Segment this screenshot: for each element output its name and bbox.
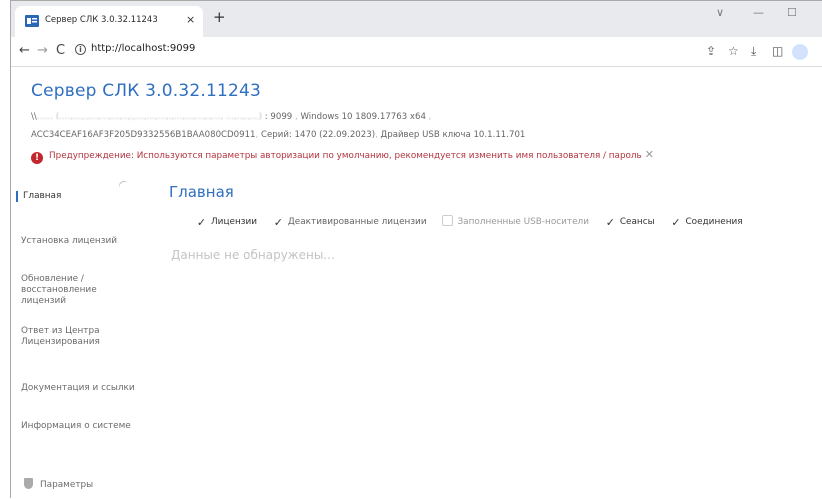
warning-close-icon[interactable]: ✕: [645, 148, 654, 161]
browser-tab[interactable]: Сервер СЛК 3.0.32.11243 ×: [15, 6, 203, 37]
os-version: Windows 10 1809.17763 x64: [300, 112, 426, 122]
tab-close-icon[interactable]: ×: [186, 13, 195, 26]
reload-icon[interactable]: C: [56, 43, 65, 59]
bookmark-star-icon[interactable]: ☆: [728, 43, 739, 59]
checkbox-checked-icon[interactable]: ✓: [273, 217, 284, 229]
checkbox-unchecked-icon[interactable]: [442, 215, 454, 226]
host-address-blurred: ...... (....,...,.,...,...,...,..,.,...,…: [36, 112, 263, 122]
new-tab-button[interactable]: +: [213, 10, 226, 25]
key-id: ACC34CEAF16AF3F205D9332556B1BAA080CD0911: [31, 130, 256, 140]
filter-bar: ✓ Лицензии ✓ Деактивированные лицензии Зап…: [196, 215, 756, 229]
serial-info: Серий: 1470 (22.09.2023): [261, 130, 376, 140]
site-info-icon[interactable]: i: [75, 44, 86, 55]
download-icon[interactable]: ⤓: [751, 43, 756, 59]
app-title: Сервер СЛК 3.0.32.11243: [31, 81, 262, 101]
filter-licenses[interactable]: ✓ Лицензии: [196, 217, 257, 229]
filter-label: Заполненные USB-носители: [457, 217, 589, 227]
share-icon[interactable]: ⇪: [706, 43, 716, 59]
forward-arrow-icon[interactable]: →: [37, 43, 48, 59]
back-arrow-icon[interactable]: ←: [19, 43, 30, 59]
shield-icon: [24, 478, 33, 489]
sidebar-item-install-licenses[interactable]: Установка лицензий: [21, 236, 136, 247]
sidebar-item-system-info[interactable]: Информация о системе: [21, 421, 136, 432]
filter-label: Деактивированные лицензии: [287, 217, 427, 227]
filter-label: Соединения: [685, 217, 743, 227]
filter-sessions[interactable]: ✓ Сеансы: [605, 217, 655, 229]
sidebar-item-home[interactable]: Главная: [16, 191, 131, 202]
server-port: : 9099: [264, 112, 293, 122]
tab-search-chevron-icon[interactable]: ∨: [716, 6, 724, 19]
tab-title: Сервер СЛК 3.0.32.11243: [45, 15, 158, 25]
server-info-line-1: \\...... (....,...,.,...,...,...,..,.,..…: [31, 112, 432, 122]
tab-bar: Сервер СЛК 3.0.32.11243 × + ∨ — ☐: [11, 1, 822, 37]
sidebar-item-documentation[interactable]: Документация и ссылки: [21, 383, 136, 394]
warning-icon: !: [31, 152, 43, 164]
usb-driver-version: Драйвер USB ключа 10.1.11.701: [380, 130, 526, 140]
filter-label: Сеансы: [619, 217, 655, 227]
warning-text: Предупреждение: Используются параметры а…: [49, 151, 642, 161]
sidebar-item-licensing-center-response[interactable]: Ответ из Центра Лицензирования: [21, 326, 136, 348]
minimize-button[interactable]: —: [753, 6, 764, 19]
auth-warning: ! Предупреждение: Используются параметры …: [31, 148, 654, 164]
filter-deactivated-licenses[interactable]: ✓ Деактивированные лицензии: [273, 217, 427, 229]
side-panel-icon[interactable]: ◫: [772, 43, 783, 59]
sidebar-item-settings[interactable]: Параметры: [24, 478, 93, 490]
filter-full-usb-media[interactable]: Заполненные USB-носители: [442, 215, 589, 227]
settings-label: Параметры: [40, 480, 94, 490]
browser-window: Сервер СЛК 3.0.32.11243 × + ∨ — ☐ ← → C …: [10, 0, 822, 498]
filter-connections[interactable]: ✓ Соединения: [670, 217, 742, 229]
maximize-button[interactable]: ☐: [787, 6, 797, 19]
checkbox-checked-icon[interactable]: ✓: [605, 217, 616, 229]
server-info-line-2: ACC34CEAF16AF3F205D9332556B1BAA080CD0911…: [31, 130, 526, 140]
host-prefix: \\: [31, 112, 37, 122]
filter-label: Лицензии: [211, 217, 258, 227]
page-content: Сервер СЛК 3.0.32.11243 \\...... (....,.…: [11, 68, 822, 499]
address-bar[interactable]: http://localhost:9099: [91, 43, 195, 54]
app-favicon-icon: [25, 15, 39, 27]
profile-avatar[interactable]: [792, 44, 808, 60]
no-data-message: Данные не обнаружены...: [171, 248, 335, 262]
page-title: Главная: [169, 183, 234, 201]
checkbox-checked-icon[interactable]: ✓: [670, 217, 681, 229]
checkbox-checked-icon[interactable]: ✓: [196, 217, 207, 229]
sidebar-item-update-licenses[interactable]: Обновление / восстановление лицензий: [21, 274, 136, 307]
browser-toolbar: ← → C i http://localhost:9099 ⇪ ☆ ⤓ ◫: [11, 37, 822, 67]
